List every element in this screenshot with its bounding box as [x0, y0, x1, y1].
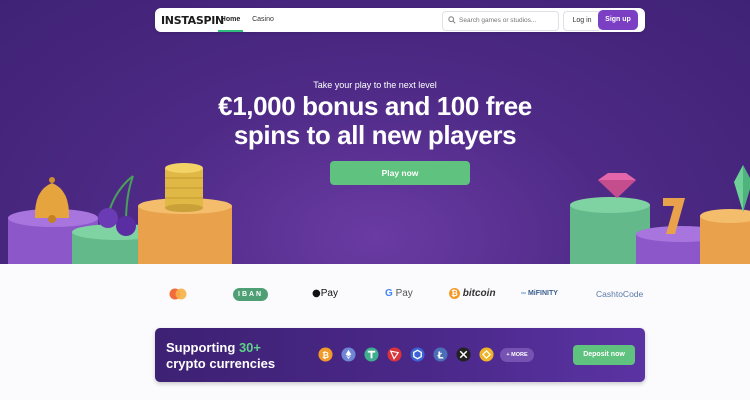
hero-headline-line2: spins to all new players [233, 120, 517, 150]
search-icon [448, 16, 456, 24]
iban-label: IBAN [233, 288, 269, 301]
crystal-icon [734, 165, 750, 212]
hero-headline-line1: €1,000 bonus and 100 free [218, 91, 532, 121]
mastercard-icon [169, 288, 187, 300]
tron-icon [387, 347, 402, 362]
search-input[interactable] [459, 13, 553, 27]
svg-text:₿: ₿ [322, 350, 329, 360]
hero-banner: Take your play to the next level €1,000 … [0, 0, 750, 264]
crypto-title-line1: Supporting 30+ [166, 340, 261, 355]
instaspin-logo[interactable]: INSTASPIN [161, 14, 224, 27]
coin-stack-icon [165, 163, 203, 212]
mifinity-logo: ∞ MiFINITY [521, 284, 558, 304]
bell-icon [34, 177, 70, 223]
apple-icon: ● [312, 288, 321, 299]
svg-text:Ł: Ł [436, 350, 443, 361]
mifinity-label: MiFINITY [527, 290, 558, 297]
top-navigation-bar: INSTASPIN Home Casino Log in Sign up [155, 8, 645, 32]
iban-logo: IBAN [233, 287, 269, 301]
tab-casino[interactable]: Casino [249, 8, 277, 32]
applepay-label: Pay [320, 288, 338, 299]
crypto-title-prefix: Supporting [166, 340, 239, 355]
bitcoin-icon: ₿ [318, 347, 333, 362]
play-now-button[interactable]: Play now [330, 161, 470, 185]
bnb-icon [479, 347, 494, 362]
crypto-banner: Supporting 30+ crypto currencies ₿ Ł + M… [155, 328, 645, 382]
google-g-icon: G [385, 288, 393, 299]
mifinity-icon: ∞ [521, 290, 526, 297]
crypto-title-highlight: 30+ [238, 340, 261, 355]
googlepay-label: Pay [395, 288, 413, 299]
tab-home[interactable]: Home [218, 8, 243, 32]
hero-tagline: Take your play to the next level [313, 80, 437, 90]
litecoin-icon: Ł [433, 347, 448, 362]
ethereum-icon [341, 347, 356, 362]
bitcoin-logo: ₿ bitcoin [449, 284, 496, 304]
hero-headline: €1,000 bonus and 100 free spins to all n… [0, 92, 750, 150]
cashtocode-label: CashtoCode [596, 289, 644, 299]
crypto-title-line2: crypto currencies [166, 356, 276, 371]
signup-button[interactable]: Sign up [598, 10, 638, 30]
googlepay-logo: G Pay [385, 284, 413, 304]
cherries-icon [98, 175, 136, 236]
search-box [442, 11, 559, 31]
xrp-icon [456, 347, 471, 362]
login-button[interactable]: Log in [563, 11, 601, 31]
tether-icon [364, 347, 379, 362]
more-cryptos-button[interactable]: + MORE [500, 348, 534, 362]
cashtocode-logo: CashtoCode [596, 284, 750, 304]
bitcoin-label: bitcoin [462, 288, 496, 299]
deposit-now-button[interactable]: Deposit now [573, 345, 635, 365]
gem-icon [598, 173, 636, 198]
bitcoin-small-icon: ₿ [449, 288, 460, 299]
chainlink-icon [410, 347, 425, 362]
applepay-logo: ●Pay [312, 284, 338, 304]
